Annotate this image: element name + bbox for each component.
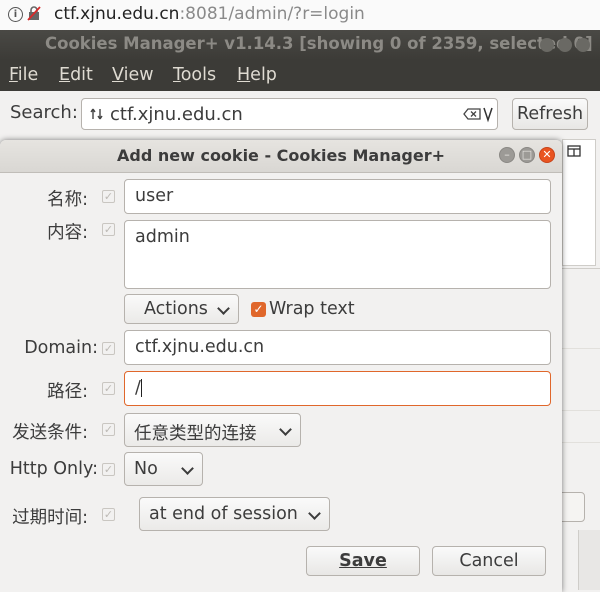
clear-text-icon[interactable] xyxy=(463,108,481,120)
menu-help[interactable]: Help xyxy=(237,65,277,85)
main-window-title: Cookies Manager+ v1.14.3 [showing 0 of 2… xyxy=(45,34,593,53)
save-label: Save xyxy=(339,551,387,571)
path-checkbox[interactable]: ✓ xyxy=(102,382,115,395)
search-label: Search: xyxy=(10,102,78,123)
name-checkbox[interactable]: ✓ xyxy=(102,190,115,203)
column-picker-icon[interactable] xyxy=(567,145,581,157)
refresh-button[interactable]: Refresh xyxy=(512,98,588,130)
domain-checkbox[interactable]: ✓ xyxy=(102,342,115,355)
actions-label: Actions xyxy=(144,299,208,319)
http-only-value: No xyxy=(134,459,158,479)
cancel-button[interactable]: Cancel xyxy=(432,546,546,576)
name-value: user xyxy=(135,186,174,206)
http-only-dropdown[interactable]: No xyxy=(124,452,203,486)
search-input[interactable]: ctf.xjnu.edu.cn xyxy=(81,98,498,130)
divider xyxy=(562,442,600,443)
expire-label: 过期时间: xyxy=(12,508,88,528)
chevron-down-icon xyxy=(279,423,292,436)
name-field[interactable]: user xyxy=(124,179,551,214)
wrap-text-label[interactable]: Wrap text xyxy=(269,299,355,319)
chevron-down-icon xyxy=(181,462,194,475)
minimize-icon[interactable] xyxy=(540,38,554,52)
domain-label: Domain: xyxy=(24,338,98,358)
send-condition-label: 发送条件: xyxy=(12,423,88,443)
search-value: ctf.xjnu.edu.cn xyxy=(110,104,243,125)
domain-field[interactable]: ctf.xjnu.edu.cn xyxy=(124,330,551,365)
chevron-down-icon xyxy=(217,302,230,315)
close-icon[interactable]: ✕ xyxy=(539,147,555,163)
content-value: admin xyxy=(135,227,190,247)
send-condition-checkbox[interactable]: ✓ xyxy=(102,423,115,436)
wrap-text-checkbox[interactable]: ✓ xyxy=(251,302,266,317)
chevron-down-icon xyxy=(308,507,321,520)
expire-value: at end of session xyxy=(149,504,298,524)
browser-url-bar[interactable]: i ctf.xjnu.edu.cn:8081/admin/?r=login xyxy=(0,0,600,31)
close-icon[interactable] xyxy=(576,38,590,52)
save-button[interactable]: Save xyxy=(306,546,420,576)
name-label: 名称: xyxy=(47,190,88,210)
cancel-label: Cancel xyxy=(459,551,519,571)
menu-tools[interactable]: Tools xyxy=(173,65,216,85)
content-field[interactable]: admin xyxy=(124,220,551,289)
maximize-icon[interactable]: □ xyxy=(519,147,535,163)
send-condition-value: 任意类型的连接 xyxy=(134,424,257,444)
send-condition-dropdown[interactable]: 任意类型的连接 xyxy=(124,413,301,447)
background-panel xyxy=(578,530,600,590)
cookie-list-panel xyxy=(562,139,596,266)
content-label: 内容: xyxy=(47,223,88,243)
content-checkbox[interactable]: ✓ xyxy=(102,223,115,236)
info-icon[interactable]: i xyxy=(8,7,23,22)
domain-value: ctf.xjnu.edu.cn xyxy=(135,337,265,357)
http-only-checkbox[interactable]: ✓ xyxy=(102,463,115,476)
expire-dropdown[interactable]: at end of session xyxy=(139,497,330,531)
expire-checkbox[interactable]: ✓ xyxy=(102,508,115,521)
minimize-icon[interactable]: – xyxy=(499,147,515,163)
menu-view[interactable]: View xyxy=(112,65,154,85)
menu-edit[interactable]: Edit xyxy=(59,65,93,85)
actions-dropdown[interactable]: Actions xyxy=(124,294,239,324)
insecure-lock-icon[interactable] xyxy=(27,6,41,21)
divider xyxy=(562,348,600,349)
maximize-icon[interactable] xyxy=(558,38,572,52)
add-cookie-dialog: Add new cookie - Cookies Manager+ – □ ✕ … xyxy=(0,140,562,592)
divider xyxy=(562,410,600,411)
url-host: ctf.xjnu.edu.cn xyxy=(54,4,180,24)
path-field[interactable]: / xyxy=(124,371,551,406)
url-path: :8081/admin/?r=login xyxy=(179,4,365,24)
divider xyxy=(562,268,600,269)
url-text[interactable]: ctf.xjnu.edu.cn:8081/admin/?r=login xyxy=(54,4,365,24)
main-titlebar[interactable]: Cookies Manager+ v1.14.3 [showing 0 of 2… xyxy=(0,30,600,60)
menu-file[interactable]: File xyxy=(9,65,38,85)
menu-bar: File Edit View Tools Help xyxy=(0,60,600,91)
filter-icon[interactable] xyxy=(90,107,104,121)
path-label: 路径: xyxy=(47,382,88,402)
search-row: Search: ctf.xjnu.edu.cn Refresh xyxy=(0,91,600,139)
dialog-title: Add new cookie - Cookies Manager+ xyxy=(117,146,445,165)
text-cursor xyxy=(140,379,142,397)
dialog-titlebar[interactable]: Add new cookie - Cookies Manager+ – □ ✕ xyxy=(0,140,562,173)
http-only-label: Http Only: xyxy=(9,459,98,479)
dropdown-arrow-icon[interactable] xyxy=(483,105,493,123)
